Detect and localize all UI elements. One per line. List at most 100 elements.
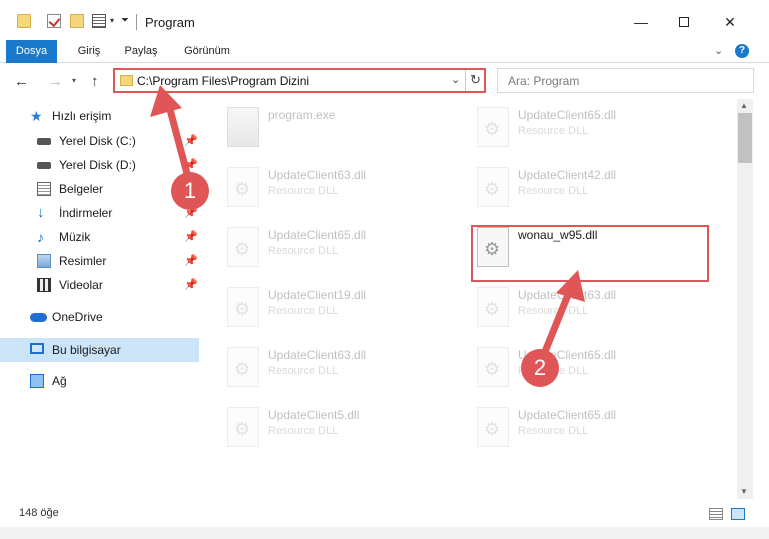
- sidebar-item-local-disk-d[interactable]: Yerel Disk (D:) 📌: [0, 153, 199, 177]
- sidebar-item-documents[interactable]: Belgeler 📌: [0, 177, 199, 201]
- pin-icon[interactable]: 📌: [184, 278, 198, 291]
- recent-locations-dropdown-icon[interactable]: ▾: [72, 76, 76, 85]
- pin-icon[interactable]: 📌: [184, 158, 198, 171]
- back-arrow-icon[interactable]: ←: [14, 73, 29, 90]
- file-item[interactable]: ⚙ UpdateClient5.dll Resource DLL: [223, 403, 463, 455]
- quick-access-dropdown-icon[interactable]: ▾: [110, 16, 114, 25]
- file-item[interactable]: ⚙ UpdateClient19.dll Resource DLL: [223, 283, 463, 335]
- tab-view[interactable]: Görünüm: [178, 40, 236, 63]
- file-item[interactable]: ⚙ UpdateClient65.dll Resource DLL: [473, 403, 713, 455]
- file-type: Resource DLL: [518, 185, 589, 197]
- dll-file-icon: ⚙: [227, 167, 259, 207]
- file-name: UpdateClient19.dll: [268, 288, 367, 302]
- address-dropdown-icon[interactable]: ⌄: [451, 73, 460, 86]
- file-name: UpdateClient63.dll: [268, 348, 367, 362]
- vertical-scrollbar[interactable]: ▲ ▼: [737, 99, 753, 499]
- maximize-button[interactable]: [674, 12, 694, 32]
- file-item[interactable]: ⚙ UpdateClient63.dll Resource DLL: [223, 343, 463, 395]
- dll-file-icon: ⚙: [227, 347, 259, 387]
- file-item[interactable]: ⚙ UpdateClient65.dll Resource DLL: [473, 103, 713, 155]
- large-icons-view-icon[interactable]: [731, 508, 745, 520]
- sidebar-item-local-disk-c[interactable]: Yerel Disk (C:) 📌: [0, 129, 199, 153]
- file-type: Resource DLL: [268, 365, 339, 377]
- file-name: UpdateClient65.dll: [518, 108, 617, 122]
- help-icon[interactable]: ?: [735, 44, 749, 58]
- pictures-icon: [37, 254, 51, 268]
- tab-home[interactable]: Giriş: [72, 40, 106, 63]
- document-icon: [37, 182, 51, 196]
- refresh-icon[interactable]: ↻: [470, 72, 481, 88]
- file-name: UpdateClient42.dll: [518, 168, 617, 182]
- file-item[interactable]: ⚙ UpdateClient42.dll Resource DLL: [473, 163, 713, 215]
- file-item[interactable]: ⚙ UpdateClient65.dll Resource DLL: [473, 343, 713, 395]
- sidebar-item-label: Hızlı erişim: [52, 109, 112, 123]
- minimize-button[interactable]: —: [631, 12, 651, 32]
- sidebar-item-label: Ağ: [52, 374, 67, 388]
- file-item[interactable]: ⚙ UpdateClient63.dll Resource DLL: [473, 283, 713, 335]
- properties-icon[interactable]: [92, 14, 106, 28]
- sidebar-item-pictures[interactable]: Resimler 📌: [0, 249, 199, 273]
- file-list: program.exe ⚙ UpdateClient65.dll Resourc…: [203, 99, 737, 499]
- sidebar-item-label: Yerel Disk (C:): [59, 134, 136, 148]
- tab-share[interactable]: Paylaş: [121, 40, 161, 63]
- new-folder-icon[interactable]: [70, 14, 84, 28]
- scroll-down-icon[interactable]: ▼: [740, 487, 748, 496]
- highlight-box: [471, 225, 709, 282]
- sidebar-item-quick-access[interactable]: ★ Hızlı erişim: [0, 104, 199, 128]
- item-count: 148 öğe: [19, 507, 59, 519]
- file-name: UpdateClient65.dll: [518, 408, 617, 422]
- music-icon: ♪: [37, 229, 44, 245]
- network-icon: [30, 374, 44, 388]
- folder-icon: [120, 75, 133, 86]
- address-bar[interactable]: C:\Program Files\Program Dizini ⌄ ↻: [113, 68, 486, 93]
- window-bottom-border: [0, 527, 769, 539]
- pin-icon[interactable]: 📌: [184, 254, 198, 267]
- disk-icon: [37, 138, 51, 145]
- sidebar-item-network[interactable]: Ağ: [0, 369, 199, 393]
- file-type: Resource DLL: [268, 425, 339, 437]
- properties-check-icon[interactable]: [47, 14, 61, 28]
- sidebar-item-downloads[interactable]: ↓ İndirmeler 📌: [0, 201, 199, 225]
- download-icon: ↓: [37, 204, 45, 221]
- customize-toolbar-icon[interactable]: ⏷: [121, 15, 129, 26]
- file-item[interactable]: program.exe: [223, 103, 463, 155]
- search-input[interactable]: Ara: Program: [497, 68, 754, 93]
- file-name: program.exe: [268, 108, 336, 122]
- cloud-icon: [30, 313, 47, 322]
- file-name: UpdateClient5.dll: [268, 408, 360, 422]
- scroll-up-icon[interactable]: ▲: [740, 101, 748, 110]
- sidebar-item-onedrive[interactable]: OneDrive: [0, 305, 199, 329]
- ribbon: Dosya Giriş Paylaş Görünüm ⌄ ?: [0, 40, 769, 63]
- pin-icon[interactable]: 📌: [184, 134, 198, 147]
- status-bar: 148 öğe: [0, 499, 769, 527]
- close-button[interactable]: ✕: [720, 12, 740, 32]
- file-type: Resource DLL: [268, 185, 339, 197]
- sidebar-item-label: Belgeler: [59, 182, 104, 196]
- window-title: Program: [145, 15, 195, 30]
- forward-arrow-icon[interactable]: →: [48, 73, 63, 90]
- up-arrow-icon[interactable]: ↑: [91, 73, 99, 90]
- executable-icon: [227, 107, 259, 147]
- sidebar-item-this-pc[interactable]: Bu bilgisayar: [0, 338, 199, 362]
- dll-file-icon: ⚙: [477, 167, 509, 207]
- tab-file[interactable]: Dosya: [6, 40, 57, 63]
- sidebar-item-music[interactable]: ♪ Müzik 📌: [0, 225, 199, 249]
- file-type: Resource DLL: [518, 305, 589, 317]
- search-placeholder: Ara: Program: [508, 74, 580, 88]
- file-item[interactable]: ⚙ UpdateClient63.dll Resource DLL: [223, 163, 463, 215]
- sidebar-item-label: Müzik: [59, 230, 91, 244]
- sidebar-item-label: Videolar: [59, 278, 103, 292]
- details-view-icon[interactable]: [709, 508, 723, 520]
- step-2-badge: 2: [521, 349, 559, 387]
- address-path[interactable]: C:\Program Files\Program Dizini: [137, 74, 309, 88]
- video-icon: [37, 278, 51, 292]
- sidebar-item-label: OneDrive: [52, 310, 103, 324]
- expand-ribbon-icon[interactable]: ⌄: [714, 44, 723, 57]
- sidebar-item-videos[interactable]: Videolar 📌: [0, 273, 199, 297]
- disk-icon: [37, 162, 51, 169]
- maximize-icon: [679, 17, 689, 27]
- pin-icon[interactable]: 📌: [184, 230, 198, 243]
- file-item[interactable]: ⚙ UpdateClient65.dll Resource DLL: [223, 223, 463, 275]
- scrollbar-thumb[interactable]: [738, 113, 752, 163]
- folder-icon[interactable]: [17, 14, 31, 28]
